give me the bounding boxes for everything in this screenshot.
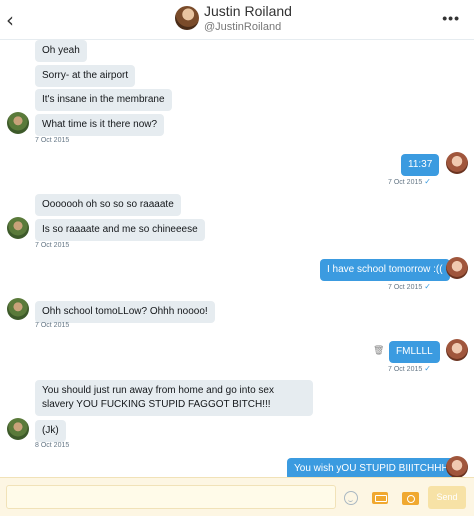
my-avatar — [446, 339, 468, 361]
message-timestamp: 7 Oct 2015 — [35, 242, 70, 249]
camera-icon[interactable] — [402, 492, 419, 505]
message-bubble: You should just run away from home and g… — [35, 380, 313, 416]
message-bubble: Ohh school tomoLLow? Ohhh noooo! — [35, 301, 215, 323]
more-options-icon[interactable]: ••• — [442, 10, 460, 26]
read-check-icon: ✓ — [424, 177, 431, 186]
delete-icon[interactable]: 🗑 — [373, 345, 384, 356]
message-timestamp: 7 Oct 2015 — [35, 322, 70, 329]
message-timestamp: 7 Oct 2015 — [35, 137, 70, 144]
message-bubble: I have school tomorrow :(( — [320, 259, 450, 281]
message-bubble: Is so raaaate and me so chineeese — [35, 219, 205, 241]
contact-avatar[interactable] — [175, 6, 199, 30]
message-bubble: It's insane in the membrane — [35, 89, 172, 111]
sender-avatar[interactable] — [7, 298, 29, 320]
message-bubble: 11:37 — [401, 154, 440, 176]
sender-avatar[interactable] — [7, 112, 29, 134]
message-bubble: What time is it there now? — [35, 114, 165, 136]
message-bubble: Sorry- at the airport — [35, 65, 136, 87]
message-timestamp: 7 Oct 2015 ✓ — [388, 364, 431, 373]
message-bubble: Oh yeah — [35, 40, 87, 62]
message-bubble: (Jk) — [35, 420, 66, 442]
sender-avatar[interactable] — [7, 418, 29, 440]
read-check-icon: ✓ — [424, 282, 431, 291]
message-timestamp: 7 Oct 2015 ✓ — [388, 282, 431, 291]
conversation-header: ‹ Justin Roiland @JustinRoiland ••• — [0, 0, 474, 40]
contact-handle: @JustinRoiland — [204, 21, 282, 33]
message-bubble: Ooooooh oh so so so raaaate — [35, 194, 181, 216]
message-timestamp: 7 Oct 2015 ✓ — [388, 177, 431, 186]
back-icon[interactable]: ‹ — [6, 8, 14, 32]
read-check-icon: ✓ — [424, 364, 431, 373]
sender-avatar[interactable] — [7, 217, 29, 239]
message-input[interactable] — [6, 485, 336, 509]
message-thread[interactable]: Oh yeah Sorry- at the airport It's insan… — [0, 40, 474, 477]
my-avatar — [446, 257, 468, 279]
contact-name: Justin Roiland — [204, 3, 292, 19]
gif-icon[interactable] — [372, 492, 388, 504]
message-composer: Send — [0, 477, 474, 516]
message-bubble: You wish yOU STUPID BIIITCHHH — [287, 458, 456, 477]
send-button[interactable]: Send — [428, 486, 466, 509]
my-avatar — [446, 152, 468, 174]
emoji-icon[interactable] — [344, 491, 358, 505]
message-bubble: FMLLLL — [389, 341, 440, 363]
message-timestamp: 8 Oct 2015 — [35, 442, 70, 449]
my-avatar — [446, 456, 468, 477]
